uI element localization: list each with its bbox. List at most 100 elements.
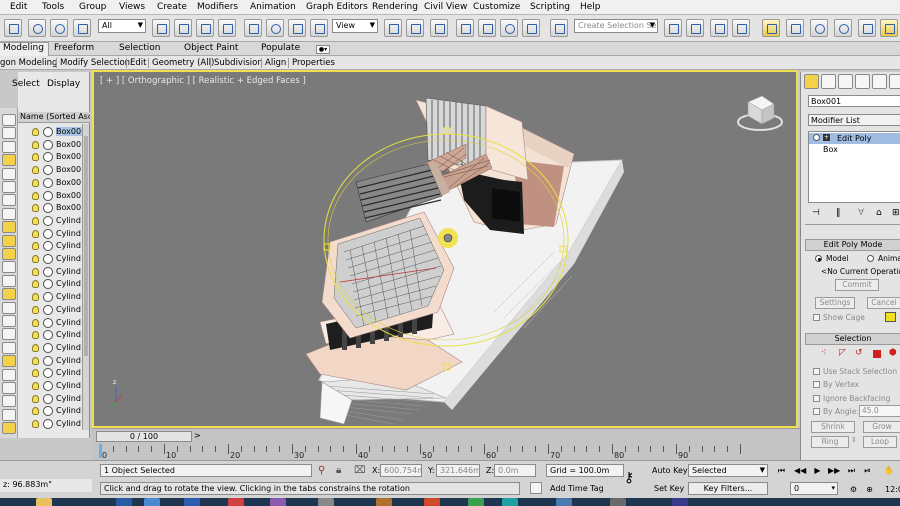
vertex-icon[interactable]: ⁖ bbox=[821, 348, 826, 358]
visibility-icon[interactable] bbox=[43, 165, 53, 176]
key-filters-button[interactable]: Key Filters... bbox=[688, 482, 768, 495]
ring-spinner[interactable]: ⇕ bbox=[851, 436, 857, 444]
xrefs-filter-icon[interactable] bbox=[2, 261, 16, 274]
light-bulb-icon[interactable] bbox=[32, 229, 39, 238]
panel-align[interactable]: Align bbox=[265, 58, 286, 68]
cancel-button[interactable]: Cancel bbox=[867, 297, 900, 309]
current-frame-field[interactable]: 0 ▾ bbox=[790, 482, 838, 495]
ring-button[interactable]: Ring bbox=[811, 436, 849, 448]
stack-item-box[interactable]: Box bbox=[809, 144, 900, 155]
reference-coord-dropdown[interactable]: View ▼ bbox=[332, 19, 378, 33]
lights-filter-icon[interactable] bbox=[2, 194, 16, 207]
key-mode-dropdown[interactable]: Selected ▼ bbox=[688, 464, 768, 477]
rendered-frame-window-icon[interactable] bbox=[858, 19, 876, 37]
app-dark-icon[interactable] bbox=[610, 498, 626, 506]
visibility-icon[interactable] bbox=[43, 266, 53, 277]
explorer-scrollbar[interactable] bbox=[82, 124, 89, 430]
menu-graph-editors[interactable]: Graph Editors bbox=[306, 2, 368, 12]
move-icon[interactable] bbox=[244, 19, 262, 37]
panel-modify-selection[interactable]: Modify Selection bbox=[60, 58, 130, 68]
visibility-icon[interactable] bbox=[43, 177, 53, 188]
current-frame-marker[interactable] bbox=[99, 444, 102, 458]
app-orange-icon[interactable] bbox=[376, 498, 392, 506]
isolate-icon[interactable]: ⚲ bbox=[318, 465, 325, 476]
light-bulb-icon[interactable] bbox=[32, 128, 39, 136]
undo-icon[interactable] bbox=[4, 19, 22, 37]
visibility-icon[interactable] bbox=[43, 355, 53, 366]
stack-item-edit-poly[interactable]: + Edit Poly bbox=[809, 133, 900, 144]
options-icon[interactable] bbox=[2, 382, 16, 394]
place-icon[interactable] bbox=[310, 19, 328, 37]
browser-icon[interactable] bbox=[144, 498, 160, 506]
visibility-icon[interactable] bbox=[43, 190, 53, 201]
light-bulb-icon[interactable] bbox=[32, 166, 39, 175]
border-icon[interactable]: ↺ bbox=[855, 348, 863, 358]
light-bulb-icon[interactable] bbox=[32, 153, 39, 162]
explorer-column-header[interactable]: Name (Sorted Ascen bbox=[18, 112, 90, 123]
sort-icon[interactable] bbox=[2, 341, 16, 354]
light-bulb-icon[interactable] bbox=[32, 369, 39, 378]
visibility-icon[interactable] bbox=[43, 215, 53, 226]
tab-object-paint[interactable]: Object Paint bbox=[184, 43, 238, 53]
utilities-tab-icon[interactable] bbox=[889, 74, 900, 89]
explorer-row[interactable]: Box00 bbox=[18, 164, 82, 177]
perspective-viewport[interactable]: z [ + ] [ Orthographic ] [ Realistic + E… bbox=[92, 70, 798, 428]
explorer-tab-select[interactable]: Select bbox=[12, 79, 40, 89]
set-key-button[interactable]: Set Key bbox=[654, 484, 684, 493]
visibility-icon[interactable] bbox=[43, 381, 53, 391]
3dsmax-icon[interactable] bbox=[502, 498, 518, 506]
grow-button[interactable]: Grow bbox=[863, 421, 900, 433]
prev-frame-icon[interactable]: ◀◀ bbox=[794, 465, 806, 476]
visibility-icon[interactable] bbox=[43, 139, 53, 150]
commit-button[interactable]: Commit bbox=[835, 279, 879, 291]
app-indigo-icon[interactable] bbox=[672, 498, 688, 506]
visibility-icon[interactable] bbox=[43, 292, 53, 303]
settings-button[interactable]: Settings bbox=[815, 297, 855, 309]
spacewarps-filter-icon[interactable] bbox=[2, 234, 16, 247]
explorer-tab-display[interactable]: Display bbox=[47, 79, 80, 89]
lock-icon[interactable]: 🔒︎ bbox=[336, 465, 341, 476]
menu-animation[interactable]: Animation bbox=[250, 2, 296, 12]
cage-color-swatch[interactable] bbox=[885, 312, 896, 322]
hidden-filter-icon[interactable] bbox=[2, 315, 16, 327]
explorer-row[interactable]: Cylind bbox=[18, 228, 82, 241]
selection-filter-dropdown[interactable]: All ▼ bbox=[98, 19, 146, 33]
media-icon[interactable] bbox=[228, 498, 244, 506]
explorer-row[interactable]: Cylind bbox=[18, 342, 82, 355]
light-bulb-icon[interactable] bbox=[32, 394, 39, 403]
explorer-row[interactable]: Box00 bbox=[18, 190, 82, 203]
tab-populate[interactable]: Populate bbox=[261, 43, 300, 53]
toggle-layer-explorer-icon[interactable] bbox=[710, 19, 728, 37]
explorer-row[interactable]: Cylind bbox=[18, 393, 82, 406]
unlink-icon[interactable] bbox=[50, 19, 68, 37]
display-all-icon[interactable] bbox=[2, 140, 16, 153]
find-icon[interactable] bbox=[2, 355, 16, 368]
explorer-row[interactable]: Cylind bbox=[18, 240, 82, 253]
menu-scripting[interactable]: Scripting bbox=[530, 2, 570, 12]
object-name-field[interactable]: Box001 bbox=[808, 95, 900, 107]
shapes-filter-icon[interactable] bbox=[2, 181, 16, 193]
visibility-icon[interactable] bbox=[43, 330, 53, 341]
angle-field[interactable]: 45.0 bbox=[859, 405, 900, 417]
keyboard-shortcut-icon[interactable] bbox=[430, 19, 448, 37]
z-coord-field[interactable]: 0.0m bbox=[494, 464, 536, 477]
explorer-row[interactable]: Cylind bbox=[18, 329, 82, 342]
configure-sets-icon[interactable]: ⊞ bbox=[892, 208, 900, 218]
rollout-edit-poly-mode[interactable]: Edit Poly Mode bbox=[805, 239, 900, 251]
explorer-row[interactable]: Cylind bbox=[18, 418, 82, 431]
next-frame-icon[interactable]: ▶▶ bbox=[828, 465, 840, 476]
menu-group[interactable]: Group bbox=[79, 2, 106, 12]
explorer-row[interactable]: Box00 bbox=[18, 126, 82, 139]
motion-tab-icon[interactable] bbox=[855, 74, 870, 89]
visibility-icon[interactable] bbox=[43, 304, 53, 315]
by-angle-checkbox[interactable] bbox=[813, 408, 820, 415]
viewport-label[interactable]: [ + ] [ Orthographic ] [ Realistic + Edg… bbox=[100, 76, 306, 86]
align-icon[interactable] bbox=[686, 19, 704, 37]
scrollbar-thumb[interactable] bbox=[84, 136, 88, 356]
app-purple-icon[interactable] bbox=[270, 498, 286, 506]
explorer-row[interactable]: Box00 bbox=[18, 139, 82, 152]
percent-snap-icon[interactable] bbox=[500, 19, 518, 37]
y-coord-field[interactable]: 321.646m bbox=[436, 464, 480, 477]
polygon-icon[interactable] bbox=[873, 350, 881, 358]
cameras-filter-icon[interactable] bbox=[2, 207, 16, 220]
